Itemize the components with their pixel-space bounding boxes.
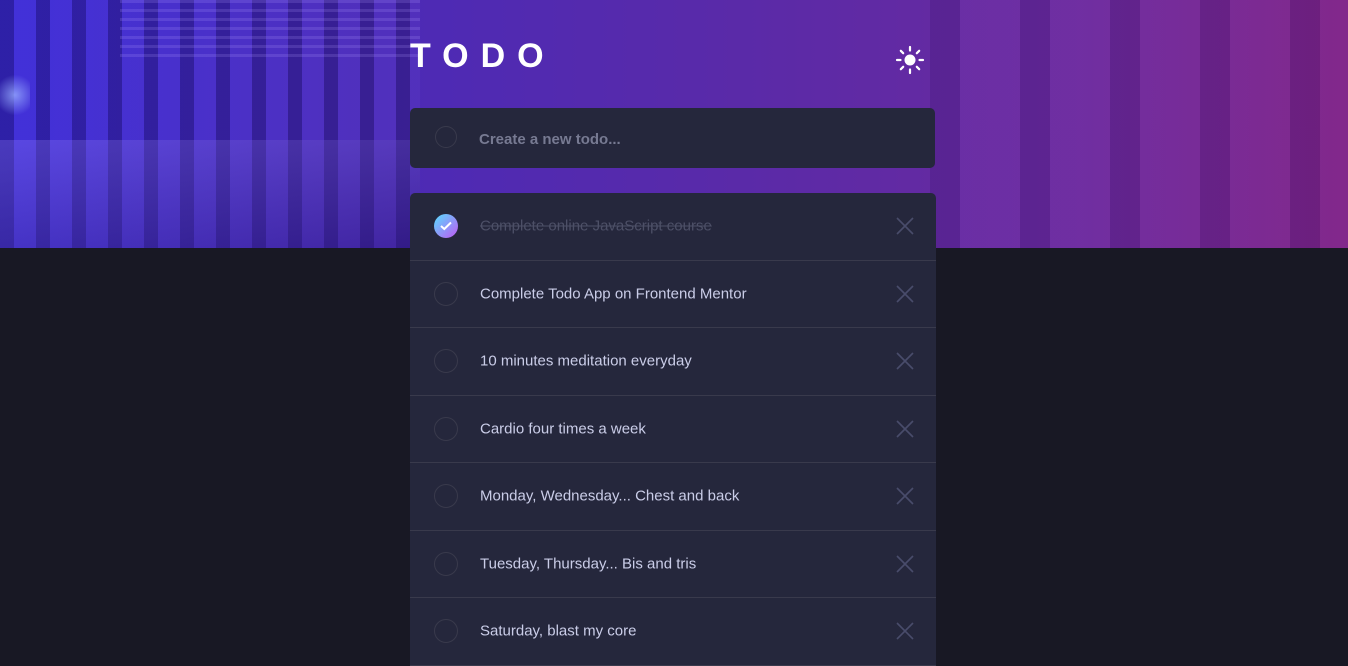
todo-text: Complete Todo App on Frontend Mentor xyxy=(480,285,747,303)
todo-text: Saturday, blast my core xyxy=(480,622,637,640)
close-icon xyxy=(896,487,914,505)
delete-todo-button[interactable] xyxy=(896,487,914,505)
todo-checkbox[interactable] xyxy=(434,416,458,441)
todo-text: Cardio four times a week xyxy=(480,420,646,438)
todo-item[interactable]: Cardio four times a week xyxy=(410,396,936,463)
close-icon xyxy=(896,217,914,235)
delete-todo-button[interactable] xyxy=(896,217,914,235)
todo-item[interactable]: Tuesday, Thursday... Bis and tris xyxy=(410,531,936,598)
todo-checkbox-checked[interactable] xyxy=(434,214,458,239)
todo-item[interactable]: Saturday, blast my core xyxy=(410,598,936,666)
todo-checkbox[interactable] xyxy=(434,281,458,306)
close-icon xyxy=(896,420,914,438)
todo-checkbox[interactable] xyxy=(434,349,458,374)
todo-item[interactable]: Complete Todo App on Frontend Mentor xyxy=(410,261,936,328)
checkmark-icon xyxy=(440,222,452,231)
todo-text: Tuesday, Thursday... Bis and tris xyxy=(480,555,697,573)
delete-todo-button[interactable] xyxy=(896,555,914,573)
new-todo-input[interactable] xyxy=(477,123,901,155)
todo-checkbox[interactable] xyxy=(434,551,458,576)
todo-item[interactable]: Monday, Wednesday... Chest and back xyxy=(410,463,936,531)
todo-checkbox[interactable] xyxy=(434,484,458,509)
todo-checkbox[interactable] xyxy=(434,619,458,644)
delete-todo-button[interactable] xyxy=(896,622,914,640)
sun-icon xyxy=(895,45,925,75)
app-title: TODO xyxy=(410,37,556,75)
close-icon xyxy=(896,352,914,370)
todo-text: Monday, Wednesday... Chest and back xyxy=(480,487,740,505)
new-todo-circle xyxy=(435,126,457,148)
todo-text: 10 minutes meditation everyday xyxy=(480,352,692,370)
close-icon xyxy=(896,285,914,303)
delete-todo-button[interactable] xyxy=(896,352,914,370)
todo-text: Complete online JavaScript course xyxy=(480,217,712,235)
todo-list: Complete online JavaScript course Complet… xyxy=(410,193,936,666)
delete-todo-button[interactable] xyxy=(896,285,914,303)
close-icon xyxy=(896,555,914,573)
delete-todo-button[interactable] xyxy=(896,420,914,438)
close-icon xyxy=(896,622,914,640)
new-todo-form xyxy=(410,108,935,168)
todo-item[interactable]: 10 minutes meditation everyday xyxy=(410,328,936,396)
todo-item[interactable]: Complete online JavaScript course xyxy=(410,193,936,261)
theme-toggle-button[interactable] xyxy=(894,44,926,76)
